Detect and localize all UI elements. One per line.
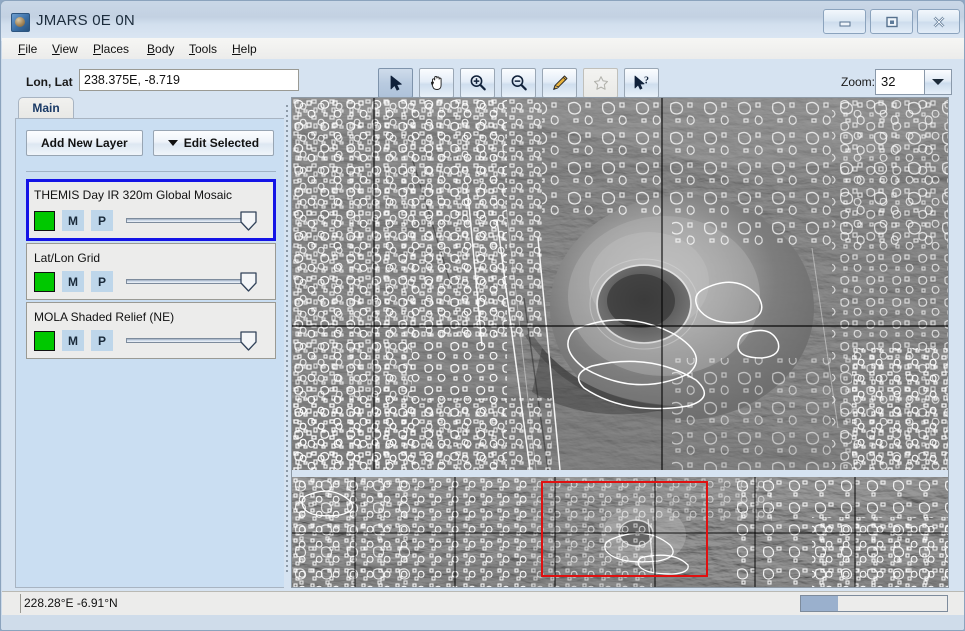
menu-view[interactable]: View bbox=[46, 41, 84, 57]
window-controls bbox=[823, 9, 960, 34]
layer-visibility-checkbox[interactable] bbox=[34, 210, 55, 231]
layer-row[interactable]: Lat/Lon Grid M P bbox=[26, 243, 276, 300]
layer-manager-panel: Add New Layer Edit Selected THEMIS Day I… bbox=[15, 118, 287, 588]
chevron-down-icon bbox=[167, 140, 178, 146]
add-new-layer-label: Add New Layer bbox=[41, 136, 128, 150]
progress-bar bbox=[800, 595, 948, 612]
splitter-dots bbox=[286, 105, 288, 572]
pan-hand-tool[interactable] bbox=[419, 68, 454, 98]
layer-row[interactable]: THEMIS Day IR 320m Global Mosaic M P bbox=[26, 179, 276, 241]
layer-opacity-slider[interactable] bbox=[126, 330, 257, 351]
status-bar: 228.28°E -6.91°N bbox=[2, 591, 964, 616]
tab-main-label: Main bbox=[32, 101, 60, 115]
layer-properties-button[interactable]: P bbox=[91, 210, 113, 231]
zoom-in-tool[interactable] bbox=[460, 68, 495, 98]
layer-map-button[interactable]: M bbox=[62, 330, 84, 351]
layer-visibility-checkbox[interactable] bbox=[34, 271, 55, 292]
layer-title: Lat/Lon Grid bbox=[34, 251, 101, 265]
maximize-button[interactable] bbox=[870, 9, 913, 34]
lonlat-input[interactable]: 238.375E, -8.719 bbox=[79, 69, 299, 91]
layer-action-buttons: Add New Layer Edit Selected bbox=[26, 130, 275, 156]
slider-track bbox=[126, 218, 251, 223]
panner-canvas bbox=[292, 477, 948, 587]
lonlat-label: Lon, Lat bbox=[26, 75, 73, 89]
close-button[interactable] bbox=[917, 9, 960, 34]
svg-text:?: ? bbox=[644, 76, 649, 87]
minimize-button[interactable] bbox=[823, 9, 866, 34]
vertical-split-divider[interactable] bbox=[284, 97, 291, 588]
window-bottom-edge bbox=[2, 615, 964, 630]
menu-body[interactable]: Body bbox=[141, 41, 180, 57]
layer-controls: M P bbox=[34, 271, 257, 292]
window-title: JMARS 0E 0N bbox=[36, 12, 135, 29]
measure-pencil-tool[interactable] bbox=[542, 68, 577, 98]
layer-properties-button[interactable]: P bbox=[91, 271, 113, 292]
star-shape-tool bbox=[583, 68, 618, 98]
menu-bar: File View Places Body Tools Help bbox=[2, 38, 964, 60]
main-map-canvas bbox=[292, 98, 948, 470]
layer-list: THEMIS Day IR 320m Global Mosaic M P Lat… bbox=[26, 179, 276, 476]
layer-title: MOLA Shaded Relief (NE) bbox=[34, 310, 175, 324]
jmars-application-window: JMARS 0E 0N File View Places Body Tools … bbox=[0, 0, 965, 631]
layer-controls: M P bbox=[34, 210, 257, 231]
layer-opacity-slider[interactable] bbox=[126, 271, 257, 292]
edit-selected-button[interactable]: Edit Selected bbox=[152, 130, 275, 156]
zoom-label: Zoom: bbox=[841, 75, 876, 89]
horizontal-split-divider[interactable] bbox=[292, 470, 948, 480]
edit-selected-label: Edit Selected bbox=[183, 136, 260, 150]
jmars-globe-icon bbox=[11, 13, 30, 32]
layer-map-button[interactable]: M bbox=[62, 271, 84, 292]
progress-bar-fill bbox=[801, 596, 838, 611]
layer-opacity-slider[interactable] bbox=[126, 210, 257, 231]
status-coordinates: 228.28°E -6.91°N bbox=[24, 596, 118, 610]
layer-properties-button[interactable]: P bbox=[91, 330, 113, 351]
zoom-value: 32 bbox=[881, 74, 896, 89]
zoom-out-tool[interactable] bbox=[501, 68, 536, 98]
zoom-combobox[interactable]: 32 bbox=[875, 69, 952, 95]
map-tool-buttons: ? bbox=[378, 68, 659, 98]
menu-file[interactable]: File bbox=[12, 41, 43, 57]
main-map-view[interactable] bbox=[292, 98, 948, 470]
layer-visibility-checkbox[interactable] bbox=[34, 330, 55, 351]
title-bar: JMARS 0E 0N bbox=[1, 1, 964, 41]
menu-places[interactable]: Places bbox=[87, 41, 135, 57]
slider-thumb[interactable] bbox=[240, 272, 257, 292]
layer-controls: M P bbox=[34, 330, 257, 351]
status-divider bbox=[20, 594, 21, 613]
panel-divider bbox=[26, 171, 276, 172]
menu-help[interactable]: Help bbox=[226, 41, 263, 57]
layer-title: THEMIS Day IR 320m Global Mosaic bbox=[34, 188, 233, 202]
chevron-down-icon[interactable] bbox=[924, 70, 951, 94]
slider-track bbox=[126, 338, 251, 343]
whats-this-tool[interactable]: ? bbox=[624, 68, 659, 98]
tab-main[interactable]: Main bbox=[18, 97, 74, 119]
slider-thumb[interactable] bbox=[240, 331, 257, 351]
menu-tools[interactable]: Tools bbox=[183, 41, 223, 57]
slider-thumb[interactable] bbox=[240, 211, 257, 231]
add-new-layer-button[interactable]: Add New Layer bbox=[26, 130, 143, 156]
layer-row[interactable]: MOLA Shaded Relief (NE) M P bbox=[26, 302, 276, 359]
layer-map-button[interactable]: M bbox=[62, 210, 84, 231]
slider-track bbox=[126, 279, 251, 284]
map-container bbox=[291, 97, 949, 588]
select-arrow-tool[interactable] bbox=[378, 68, 413, 98]
panner-view[interactable] bbox=[292, 477, 948, 587]
